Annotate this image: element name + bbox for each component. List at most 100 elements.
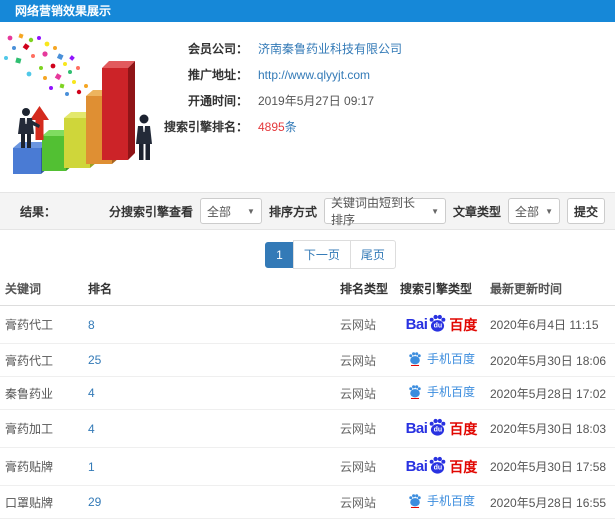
- article-type-label: 文章类型: [452, 204, 501, 219]
- results-table-body: 膏药代工 8 云网站 Bai du 百度 2020年6月4日 11:15 膏药代工 25 云网站手…: [0, 305, 615, 520]
- chevron-down-icon: ▼: [431, 206, 439, 216]
- rank-type-cell: 云网站: [338, 485, 398, 519]
- mobile-baidu-logo: 手机百度: [408, 493, 475, 508]
- mobile-baidu-label: 手机百度: [426, 384, 475, 399]
- keyword-cell: 膏药代工: [0, 343, 85, 377]
- pagination: 1 下一页 尾页: [0, 240, 615, 269]
- info-row-company: 会员公司： 济南秦鲁药业科技有限公司: [160, 36, 610, 61]
- promo-url-label: 推广地址：: [187, 67, 248, 82]
- last-page-button[interactable]: 尾页: [349, 240, 396, 269]
- chevron-down-icon: ▼: [247, 206, 255, 216]
- keyword-cell: 秦鲁药业: [0, 376, 85, 410]
- table-row: 膏药代工 8 云网站 Bai du 百度 2020年6月4日 11:15: [0, 305, 615, 344]
- header-engine-type: 搜索引擎类型: [398, 272, 485, 306]
- keyword-cell: 口罩贴牌: [0, 485, 85, 519]
- sort-filter-select[interactable]: 关键词由短到长排序 ▼: [323, 196, 446, 227]
- page-title: 网络营销效果展示: [15, 4, 112, 18]
- bar-chart-image: [4, 33, 152, 174]
- filter-controls: 分搜索引擎查看 全部 ▼ 排序方式 关键词由短到长排序 ▼ 文章类型 全部 ▼ …: [108, 196, 615, 227]
- mobile-baidu-logo: 手机百度: [408, 384, 475, 399]
- updated-cell: 2020年5月28日 16:55: [485, 485, 615, 519]
- bars: [13, 61, 135, 174]
- mobile-baidu-label: 手机百度: [426, 351, 475, 366]
- rank-link[interactable]: 4: [88, 422, 95, 436]
- rank-count-label: 搜索引擎排名：: [163, 119, 248, 134]
- rank-cell: 4: [85, 376, 338, 410]
- updated-cell: 2020年5月28日 17:02: [485, 376, 615, 410]
- updated-cell: 2020年5月30日 18:06: [485, 343, 615, 377]
- table-row: 秦鲁药业 4 云网站 手机百度 2020年5月28日 17:02: [0, 376, 615, 410]
- mobile-baidu-label: 手机百度: [426, 493, 475, 508]
- chevron-down-icon: ▼: [545, 206, 553, 216]
- rank-link[interactable]: 8: [88, 318, 95, 332]
- rank-cell: 25: [85, 343, 338, 377]
- sort-filter-label: 排序方式: [268, 204, 317, 219]
- rank-count: 4895条: [258, 117, 297, 137]
- rank-link[interactable]: 29: [88, 495, 101, 509]
- rank-link[interactable]: 25: [88, 353, 101, 367]
- engine-filter-select[interactable]: 全部 ▼: [199, 198, 262, 224]
- header-rank-type: 排名类型: [338, 272, 398, 306]
- header-rank: 排名: [85, 272, 338, 306]
- page: 网络营销效果展示 会员公司： 济南秦鲁药业科技有限公司 推广地址： http:/…: [0, 0, 615, 520]
- engine-cell: 手机百度: [398, 485, 485, 519]
- rank-cell: 29: [85, 485, 338, 519]
- confetti-dots: [4, 33, 88, 96]
- article-type-select[interactable]: 全部 ▼: [508, 198, 560, 224]
- updated-cell: 2020年5月30日 17:58: [485, 447, 615, 486]
- open-time-label: 开通时间：: [187, 93, 248, 108]
- baidu-logo: Bai du 百度: [406, 313, 477, 336]
- header-keyword: 关键词: [0, 272, 85, 306]
- engine-cell: 手机百度: [398, 343, 485, 377]
- header-updated: 最新更新时间: [485, 272, 615, 306]
- engine-cell: 手机百度: [398, 376, 485, 410]
- sort-filter-value: 关键词由短到长排序: [330, 196, 415, 227]
- rank-count-suffix: 条: [284, 119, 297, 134]
- rank-cell: 8: [85, 305, 338, 344]
- engine-cell: Bai du 百度: [398, 305, 485, 344]
- rank-type-cell: 云网站: [338, 376, 398, 410]
- keyword-cell: 膏药贴牌: [0, 447, 85, 486]
- rank-count-value: 4895: [258, 119, 285, 134]
- page-button-1[interactable]: 1: [265, 242, 294, 268]
- company-link[interactable]: 济南秦鲁药业科技有限公司: [258, 39, 402, 59]
- engine-filter-label: 分搜索引擎查看: [108, 204, 193, 219]
- updated-cell: 2020年6月4日 11:15: [485, 305, 615, 344]
- next-page-button[interactable]: 下一页: [292, 240, 351, 269]
- promo-url-link[interactable]: http://www.qlyyjt.com: [258, 65, 370, 85]
- open-time-value: 2019年5月27日 09:17: [258, 93, 375, 108]
- engine-cell: Bai du 百度: [398, 409, 485, 448]
- article-type-value: 全部: [515, 204, 540, 219]
- paw-icon: [409, 494, 421, 508]
- updated-cell: 2020年5月30日 18:03: [485, 409, 615, 448]
- title-bar: 网络营销效果展示: [0, 0, 615, 22]
- info-row-url: 推广地址： http://www.qlyyjt.com: [160, 62, 610, 87]
- table-row: 口罩贴牌 29 云网站 手机百度 2020年5月28日 16:55: [0, 485, 615, 519]
- rank-link[interactable]: 4: [88, 386, 95, 400]
- info-row-open-time: 开通时间： 2019年5月27日 09:17: [160, 88, 610, 113]
- rank-type-cell: 云网站: [338, 305, 398, 344]
- engine-cell: Bai du 百度: [398, 447, 485, 486]
- rank-cell: 4: [85, 409, 338, 448]
- rank-cell: 1: [85, 447, 338, 486]
- results-table-wrap: 关键词 排名 排名类型 搜索引擎类型 最新更新时间 膏药代工 8 云网站 Bai du 百…: [0, 272, 615, 520]
- rank-type-cell: 云网站: [338, 343, 398, 377]
- results-table: 关键词 排名 排名类型 搜索引擎类型 最新更新时间 膏药代工 8 云网站 Bai du 百…: [0, 272, 615, 520]
- rank-type-cell: 云网站: [338, 409, 398, 448]
- submit-button[interactable]: 提交: [567, 198, 605, 224]
- result-label: 结果：: [20, 204, 57, 219]
- paw-icon: [409, 385, 421, 399]
- engine-filter-value: 全部: [206, 204, 231, 219]
- info-panel: 会员公司： 济南秦鲁药业科技有限公司 推广地址： http://www.qlyy…: [160, 36, 610, 140]
- keyword-cell: 膏药代工: [0, 305, 85, 344]
- rank-link[interactable]: 1: [88, 460, 95, 474]
- rank-type-cell: 云网站: [338, 447, 398, 486]
- keyword-cell: 膏药加工: [0, 409, 85, 448]
- table-row: 膏药加工 4 云网站 Bai du 百度 2020年5月30日 18:03: [0, 409, 615, 448]
- bar-chart-illustration: [0, 30, 175, 180]
- table-header-row: 关键词 排名 排名类型 搜索引擎类型 最新更新时间: [0, 272, 615, 306]
- filter-bar: 结果： 分搜索引擎查看 全部 ▼ 排序方式 关键词由短到长排序 ▼ 文章类型 全…: [0, 192, 615, 230]
- paw-icon: [409, 352, 421, 366]
- mobile-baidu-logo: 手机百度: [408, 351, 475, 366]
- table-row: 膏药代工 25 云网站 手机百度 2020年5月30日 18:06: [0, 343, 615, 377]
